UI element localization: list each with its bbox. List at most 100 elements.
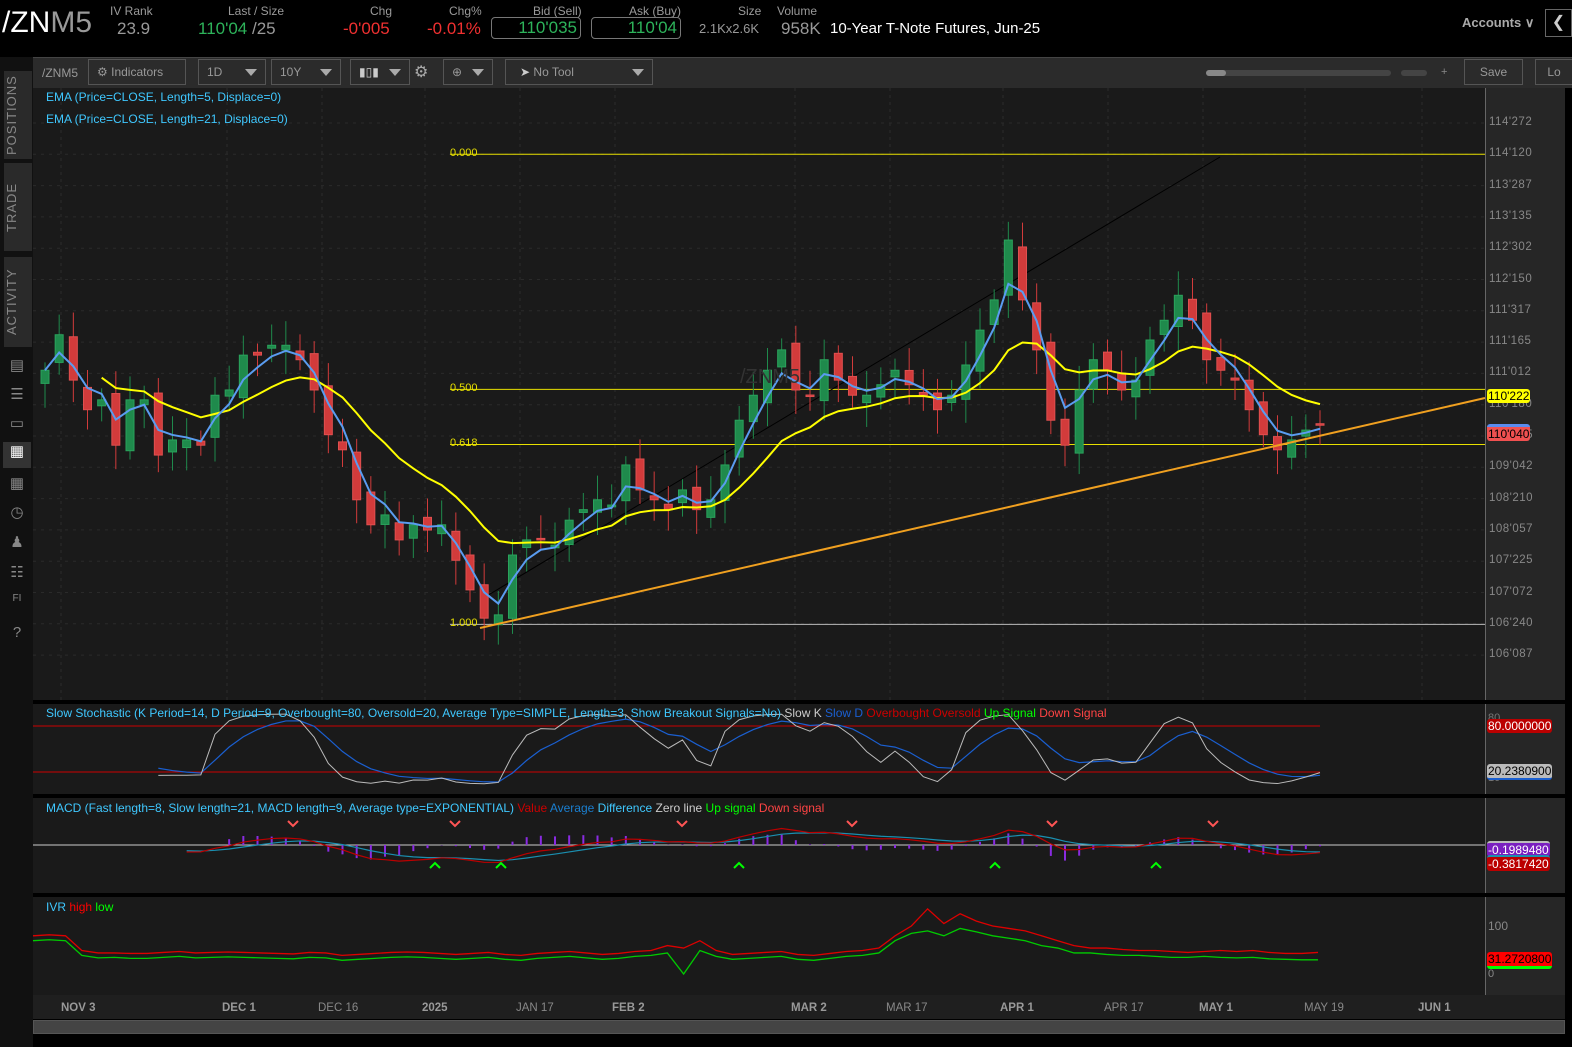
macd-down-signal-icon [287, 820, 299, 828]
candle-body [1315, 423, 1325, 426]
stoch-ob-tag: 80.0000000 [1487, 719, 1553, 733]
stoch-slow-d-line [158, 718, 1321, 783]
macd-down-signal-icon [676, 820, 688, 828]
x-tick: JUN 1 [1418, 1002, 1451, 1014]
x-tick: NOV 3 [61, 1002, 96, 1014]
macd-down-signal-icon [846, 820, 858, 828]
candle-body [621, 464, 631, 502]
ivr-legend[interactable]: IVR high low [46, 900, 113, 914]
ivr-high-label: high [69, 900, 93, 914]
price-tick: 108'210 [1489, 491, 1534, 504]
x-tick: FEB 2 [612, 1002, 645, 1014]
watermark: /ZNM5 [740, 366, 800, 388]
ivr-axis-0: 0 [1488, 968, 1495, 980]
x-tick: DEC 1 [222, 1002, 256, 1014]
stoch-os-label: Oversold [932, 706, 981, 720]
macd-down-signal-icon [1046, 820, 1058, 828]
macd-up-label: Up signal [705, 801, 756, 815]
stochastic-legend[interactable]: Slow Stochastic (K Period=14, D Period=9… [46, 706, 1107, 720]
stoch-k-tag: 20.2380900 [1487, 764, 1553, 780]
x-tick: JAN 17 [516, 1002, 554, 1014]
stoch-ob-label: Overbought [866, 706, 930, 720]
x-tick: APR 1 [1000, 1002, 1034, 1014]
candle-body [508, 554, 517, 619]
macd-down-signal-icon [449, 820, 461, 828]
candle-body [1060, 418, 1070, 446]
candle-body [933, 392, 942, 411]
x-tick: 2025 [422, 1002, 448, 1014]
ema21-legend[interactable]: EMA (Price=CLOSE, Length=21, Displace=0) [46, 112, 288, 126]
macd-up-signal-icon [1150, 861, 1162, 869]
ema5-legend[interactable]: EMA (Price=CLOSE, Length=5, Displace=0) [46, 90, 281, 104]
macd-diff-label: Difference [597, 801, 653, 815]
candle-body [536, 537, 546, 541]
candle-body [281, 344, 291, 351]
price-tick: 107'225 [1489, 554, 1534, 567]
candle-body [1159, 319, 1169, 335]
candle-body [323, 385, 333, 436]
chart-canvas [32, 88, 1486, 976]
candle-body [182, 439, 192, 449]
candle-body [1188, 298, 1197, 321]
x-tick: MAR 17 [886, 1002, 928, 1014]
candle-body [805, 394, 815, 398]
stoch-k-label: Slow K [784, 706, 822, 720]
candle-body [1230, 377, 1240, 381]
candle-body [578, 509, 588, 513]
ivr-tag: 31.2720800 [1487, 952, 1553, 969]
ivr-high-line [32, 907, 1319, 957]
macd-down-label: Down signal [758, 801, 825, 815]
candle-body [224, 389, 234, 397]
ivr-title: IVR [46, 900, 67, 914]
candle-body [479, 584, 489, 619]
price-tick: 109'042 [1489, 460, 1534, 473]
fib-label-618: 0.618 [450, 437, 478, 449]
ema21-price-tag: 110'222 [1487, 389, 1531, 403]
price-tick: 113'287 [1489, 178, 1533, 191]
candle-body [862, 394, 872, 404]
macd-down-signal-icon [1207, 820, 1219, 828]
price-tick: 113'135 [1489, 209, 1533, 222]
price-tick: 112'302 [1489, 241, 1533, 254]
macd-title: MACD (Fast length=8, Slow length=21, MAC… [46, 801, 515, 815]
candle-body [352, 451, 362, 501]
x-tick: MAY 1 [1199, 1002, 1233, 1014]
candle-body [1103, 351, 1112, 371]
candle-body [522, 539, 532, 549]
candle-body [54, 334, 64, 363]
candle-body [394, 522, 404, 541]
price-tick: 114'272 [1489, 116, 1533, 128]
price-tick: 106'240 [1489, 616, 1534, 629]
candle-body [253, 351, 262, 356]
macd-value-label: Value [517, 801, 548, 815]
ivr-axis-100: 100 [1488, 919, 1509, 933]
ema5-line [44, 282, 1321, 606]
candle-body [1131, 379, 1141, 398]
candle-body [423, 516, 432, 531]
candle-body [408, 524, 418, 539]
x-tick: DEC 16 [318, 1002, 359, 1014]
macd-up-signal-icon [429, 861, 441, 869]
candle-body [890, 369, 900, 378]
candle-body [1216, 357, 1226, 371]
x-tick: MAR 2 [791, 1002, 827, 1014]
stoch-d-label: Slow D [825, 706, 864, 720]
price-tick: 106'087 [1489, 648, 1534, 661]
last-price-tag: 110'040 [1487, 424, 1531, 441]
price-tick: 107'072 [1489, 585, 1534, 598]
macd-up-signal-icon [733, 861, 745, 869]
candle-body [918, 392, 928, 396]
candle-body [338, 441, 347, 451]
x-tick: MAY 19 [1304, 1002, 1344, 1014]
price-tick: 108'057 [1489, 522, 1534, 535]
ivr-low-line [32, 927, 1318, 976]
price-tick: 111'317 [1489, 303, 1532, 316]
candle-body [83, 386, 92, 411]
fib-label-50: 0.500 [450, 382, 478, 394]
macd-legend[interactable]: MACD (Fast length=8, Slow length=21, MAC… [46, 801, 824, 815]
macd-up-signal-icon [495, 861, 507, 869]
fib-label-0: 0.000 [450, 147, 478, 159]
price-tick: 112'150 [1489, 272, 1533, 285]
candle-body [635, 458, 645, 491]
candle-body [168, 439, 177, 453]
